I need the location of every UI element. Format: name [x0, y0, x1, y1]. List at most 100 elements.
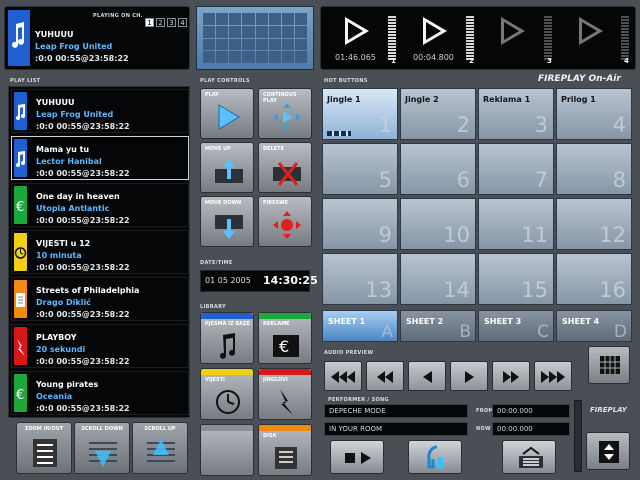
delete-icon: [273, 162, 301, 186]
fast-forward-button[interactable]: [534, 361, 572, 391]
hot-button[interactable]: Jingle 2 2: [400, 88, 476, 140]
playlist-item[interactable]: € One day in heaven Utopia Antlantic:0:0 0…: [11, 183, 189, 227]
hot-button[interactable]: Reklama 13: [478, 88, 554, 140]
library-button[interactable]: PJESMA IZ BAZE: [200, 312, 254, 364]
play-button[interactable]: PLAY: [200, 88, 254, 139]
hot-button[interactable]: 15: [478, 253, 554, 305]
fast-rewind-button[interactable]: [324, 361, 362, 391]
hot-button[interactable]: 11: [478, 198, 554, 250]
playlist-item[interactable]: PLAYBOY 20 sekundi:0:0 00:55@23:58:22: [11, 324, 189, 368]
fireswe-button[interactable]: FIRESWE: [258, 196, 312, 247]
hot-button-number: 8: [612, 168, 626, 192]
channel-tab-1[interactable]: 1: [145, 18, 154, 27]
scrollbar[interactable]: [574, 400, 582, 472]
scroll-down-button[interactable]: SCROLL DOWN: [74, 422, 130, 474]
hot-button[interactable]: 6: [400, 143, 476, 195]
step-forward-button[interactable]: [450, 361, 488, 391]
playlist-item-time: :0:0 00:55@23:58:22: [36, 122, 130, 131]
zoom-button[interactable]: ZOOM IN/OUT: [16, 422, 72, 474]
svg-text:€: €: [16, 200, 24, 215]
player-1[interactable]: 01:46.065: [335, 17, 395, 62]
grid-view-button[interactable]: [588, 346, 630, 384]
hot-button[interactable]: 5: [322, 143, 398, 195]
headphones-icon: [427, 445, 443, 469]
hot-button[interactable]: Jingle 1 1: [322, 88, 398, 140]
library-button[interactable]: REKLAME €: [258, 312, 312, 364]
channel-tab-4[interactable]: 4: [178, 18, 187, 27]
grid-cell: [294, 51, 307, 63]
expand-icon: [599, 441, 619, 463]
move-down-label: MOVE DOWN: [205, 200, 242, 206]
playlist-item-time: :0:0 00:55@23:58:22: [36, 404, 130, 413]
hot-button-number: 15: [521, 278, 548, 302]
sheet-tab[interactable]: SHEET 3 C: [478, 310, 554, 342]
playlist-item-time: :0:0 00:55@23:58:22: [36, 169, 130, 178]
playlist-item-color-strip: [14, 233, 27, 271]
hot-button-label: Prilog 1: [561, 95, 596, 104]
playlist-item[interactable]: YUHUUU Leap Frog United:0:0 00:55@23:58:2…: [11, 89, 189, 133]
list-icon: [33, 439, 57, 467]
hot-button[interactable]: 10: [400, 198, 476, 250]
move-up-label: MOVE UP: [205, 146, 231, 152]
playlist-item-performer: 20 sekundi: [36, 345, 86, 354]
layout-preview-grid[interactable]: [196, 6, 314, 70]
move-down-button[interactable]: MOVE DOWN: [200, 196, 254, 247]
step-back-button[interactable]: [408, 361, 446, 391]
sheet-tab[interactable]: SHEET 1 A: [322, 310, 398, 342]
channel-tab-2[interactable]: 2: [156, 18, 165, 27]
clock-icon: [216, 390, 240, 414]
grid-cell: [294, 38, 307, 51]
continuous-play-button[interactable]: CONTINOUS PLAY: [258, 88, 312, 139]
library-button[interactable]: [200, 424, 254, 476]
load-icon: [519, 446, 543, 468]
expand-button[interactable]: [586, 432, 630, 470]
now-playing-color-strip: [8, 10, 30, 66]
hot-button[interactable]: 12: [556, 198, 632, 250]
playlist-item[interactable]: VIJESTI u 12 10 minuta:0:0 00:55@23:58:22: [11, 230, 189, 274]
library-button[interactable]: JINGLOVI: [258, 368, 312, 420]
hot-button[interactable]: 9: [322, 198, 398, 250]
channel-tab-3[interactable]: 3: [167, 18, 176, 27]
hot-button[interactable]: Prilog 1 4: [556, 88, 632, 140]
stop-play-button[interactable]: [330, 440, 384, 474]
hot-button-number: 6: [456, 168, 470, 192]
sheet-label: SHEET 2: [406, 317, 444, 326]
hot-button[interactable]: 8: [556, 143, 632, 195]
playlist-item-time: :0:0 00:55@23:58:22: [36, 263, 130, 272]
playlist-item-color-strip: [14, 92, 27, 130]
rewind-button[interactable]: [366, 361, 404, 391]
library-color-bar: [259, 425, 311, 431]
audio-preview-label: AUDIO PREVIEW: [324, 350, 374, 356]
playlist-item[interactable]: Streets of Philadelphia Drago Diklić:0:0 …: [11, 277, 189, 321]
player-4[interactable]: [569, 17, 629, 61]
library-button[interactable]: VIJESTI: [200, 368, 254, 420]
scroll-up-button[interactable]: SCROLL UP: [132, 422, 188, 474]
grid-cell: [242, 38, 255, 51]
playlist-item-performer: Leap Frog United: [36, 110, 114, 119]
cue-button[interactable]: [408, 440, 462, 474]
load-button[interactable]: [502, 440, 556, 474]
hot-button[interactable]: 7: [478, 143, 554, 195]
hot-button[interactable]: 16: [556, 253, 632, 305]
sheet-tab[interactable]: SHEET 2 B: [400, 310, 476, 342]
playlist-item[interactable]: € Young pirates Oceania:0:0 00:55@23:58:22: [11, 371, 189, 415]
grid-cell: [281, 25, 294, 38]
library-label-text: JINGLOVI: [263, 377, 288, 383]
delete-button[interactable]: DELETE: [258, 142, 312, 193]
hot-button[interactable]: 13: [322, 253, 398, 305]
player-2-number: 2: [469, 57, 474, 65]
library-button[interactable]: DISK: [258, 424, 312, 476]
player-2[interactable]: 00:04.800: [413, 17, 473, 62]
music-note-icon: [220, 333, 235, 359]
hot-button[interactable]: 14: [400, 253, 476, 305]
playlist-item[interactable]: Mama yu tu Lector Hanibal:0:0 00:55@23:58…: [11, 136, 189, 180]
player-3[interactable]: [491, 17, 551, 61]
forward-button[interactable]: [492, 361, 530, 391]
sheet-label: SHEET 3: [484, 317, 522, 326]
sheet-tab[interactable]: SHEET 4 D: [556, 310, 632, 342]
triple-rewind-icon: [331, 371, 355, 383]
clock-icon: [14, 247, 27, 259]
move-up-button[interactable]: MOVE UP: [200, 142, 254, 193]
library-label-text: REKLAME: [263, 321, 290, 327]
player-3-level-meter: [544, 15, 552, 61]
